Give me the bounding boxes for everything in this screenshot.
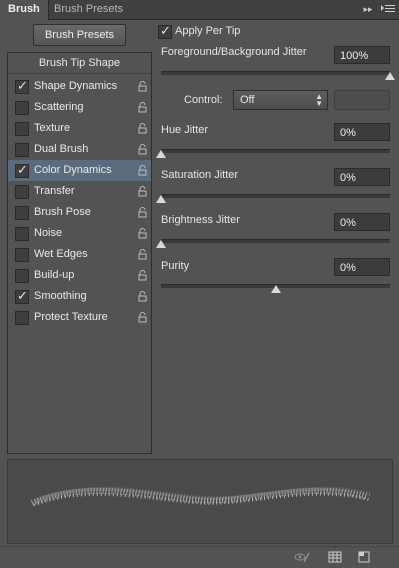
hue-jitter-slider[interactable] bbox=[161, 149, 390, 153]
purity-slider-thumb[interactable] bbox=[271, 285, 281, 293]
saturation-jitter-input[interactable]: 0% bbox=[334, 168, 390, 186]
list-item-transfer[interactable]: Transfer bbox=[8, 181, 151, 202]
lock-icon[interactable] bbox=[138, 123, 147, 134]
list-item-label: Smoothing bbox=[34, 290, 87, 302]
lock-icon[interactable] bbox=[138, 186, 147, 197]
fg-bg-jitter-slider-thumb[interactable] bbox=[385, 72, 395, 80]
list-item-color-dynamics[interactable]: ✓ Color Dynamics bbox=[8, 160, 151, 181]
list-item-label: Wet Edges bbox=[34, 248, 88, 260]
brush-settings-list: Brush Tip Shape ✓ Shape Dynamics Scatter… bbox=[7, 52, 152, 454]
brightness-jitter-slider-thumb[interactable] bbox=[156, 240, 166, 248]
shape-dynamics-checkbox[interactable]: ✓ bbox=[15, 78, 29, 94]
saturation-jitter-slider[interactable] bbox=[161, 194, 390, 198]
purity-label: Purity bbox=[161, 260, 190, 272]
eye-brush-icon[interactable] bbox=[294, 551, 310, 563]
lock-icon[interactable] bbox=[138, 102, 147, 113]
apply-per-tip-checkbox[interactable]: ✓ bbox=[158, 23, 172, 39]
smoothing-checkbox[interactable]: ✓ bbox=[15, 288, 29, 304]
protect-texture-checkbox[interactable] bbox=[15, 311, 29, 325]
lock-icon[interactable] bbox=[138, 81, 147, 92]
list-item-label: Transfer bbox=[34, 185, 75, 197]
list-item-noise[interactable]: Noise bbox=[8, 223, 151, 244]
brightness-jitter-input[interactable]: 0% bbox=[334, 213, 390, 231]
brush-stroke-image bbox=[30, 486, 373, 507]
color-dynamics-checkbox[interactable]: ✓ bbox=[15, 162, 29, 178]
list-item-label: Build-up bbox=[34, 269, 75, 281]
scattering-checkbox[interactable] bbox=[15, 101, 29, 115]
hue-jitter-slider-thumb[interactable] bbox=[156, 150, 166, 158]
list-item-smoothing[interactable]: ✓ Smoothing bbox=[8, 286, 151, 307]
list-item-scattering[interactable]: Scattering bbox=[8, 97, 151, 118]
brush-pose-checkbox[interactable] bbox=[15, 206, 29, 220]
saturation-jitter-slider-thumb[interactable] bbox=[156, 195, 166, 203]
lock-icon[interactable] bbox=[138, 291, 147, 302]
noise-checkbox[interactable] bbox=[15, 227, 29, 241]
new-preset-icon[interactable] bbox=[357, 551, 371, 563]
list-item-label: Brush Pose bbox=[34, 206, 91, 218]
panel-menu-icon[interactable] bbox=[381, 3, 395, 15]
transfer-checkbox[interactable] bbox=[15, 185, 29, 199]
list-item-label: Color Dynamics bbox=[34, 164, 112, 176]
texture-checkbox[interactable] bbox=[15, 122, 29, 136]
list-item-label: Protect Texture bbox=[34, 311, 108, 323]
tab-brush-presets[interactable]: Brush Presets bbox=[46, 0, 131, 19]
brush-tip-shape-item[interactable]: Brush Tip Shape bbox=[8, 53, 151, 74]
control-select[interactable]: Off ▲ ▼ bbox=[233, 90, 328, 110]
brush-stroke-preview bbox=[7, 459, 393, 544]
list-item-label: Scattering bbox=[34, 101, 84, 113]
list-item-label: Dual Brush bbox=[34, 143, 89, 155]
bottom-toolbar bbox=[0, 546, 399, 568]
hue-jitter-label: Hue Jitter bbox=[161, 124, 209, 136]
control-extra-field bbox=[334, 90, 390, 110]
dual-brush-checkbox[interactable] bbox=[15, 143, 29, 157]
lock-icon[interactable] bbox=[138, 144, 147, 155]
grid-icon[interactable] bbox=[328, 551, 342, 563]
brush-panel: Brush Brush Presets ▸▸ Brush Presets Bru… bbox=[0, 0, 399, 568]
apply-per-tip-label: Apply Per Tip bbox=[175, 25, 241, 37]
list-item-brush-pose[interactable]: Brush Pose bbox=[8, 202, 151, 223]
fg-bg-jitter-label: Foreground/Background Jitter bbox=[161, 46, 307, 58]
check-icon: ✓ bbox=[17, 78, 28, 93]
saturation-jitter-label: Saturation Jitter bbox=[161, 169, 239, 181]
brush-presets-button[interactable]: Brush Presets bbox=[33, 24, 126, 46]
list-item-build-up[interactable]: Build-up bbox=[8, 265, 151, 286]
fg-bg-jitter-input[interactable]: 100% bbox=[334, 46, 390, 64]
tab-brush[interactable]: Brush bbox=[0, 0, 49, 20]
list-item-texture[interactable]: Texture bbox=[8, 118, 151, 139]
brightness-jitter-label: Brightness Jitter bbox=[161, 214, 240, 226]
lock-icon[interactable] bbox=[138, 165, 147, 176]
check-icon: ✓ bbox=[17, 288, 28, 303]
brightness-jitter-slider[interactable] bbox=[161, 239, 390, 243]
purity-input[interactable]: 0% bbox=[334, 258, 390, 276]
control-label: Control: bbox=[184, 94, 223, 106]
lock-icon[interactable] bbox=[138, 249, 147, 260]
lock-icon[interactable] bbox=[138, 228, 147, 239]
list-item-shape-dynamics[interactable]: ✓ Shape Dynamics bbox=[8, 76, 151, 97]
wet-edges-checkbox[interactable] bbox=[15, 248, 29, 262]
list-item-protect-texture[interactable]: Protect Texture bbox=[8, 307, 151, 328]
tab-bar: Brush Brush Presets ▸▸ bbox=[0, 0, 399, 20]
fg-bg-jitter-slider[interactable] bbox=[161, 71, 390, 75]
select-arrows-icon: ▲ ▼ bbox=[315, 92, 323, 108]
lock-icon[interactable] bbox=[138, 270, 147, 281]
list-item-label: Noise bbox=[34, 227, 63, 239]
lock-icon[interactable] bbox=[138, 207, 147, 218]
check-icon: ✓ bbox=[160, 23, 171, 38]
check-icon: ✓ bbox=[17, 162, 28, 177]
list-item-wet-edges[interactable]: Wet Edges bbox=[8, 244, 151, 265]
list-item-label: Texture bbox=[34, 122, 71, 134]
double-chevron-right-icon[interactable]: ▸▸ bbox=[361, 3, 375, 15]
list-item-label: Shape Dynamics bbox=[34, 80, 118, 92]
hue-jitter-input[interactable]: 0% bbox=[334, 123, 390, 141]
build-up-checkbox[interactable] bbox=[15, 269, 29, 283]
list-item-dual-brush[interactable]: Dual Brush bbox=[8, 139, 151, 160]
lock-icon[interactable] bbox=[138, 312, 147, 323]
control-select-value: Off bbox=[240, 94, 255, 106]
